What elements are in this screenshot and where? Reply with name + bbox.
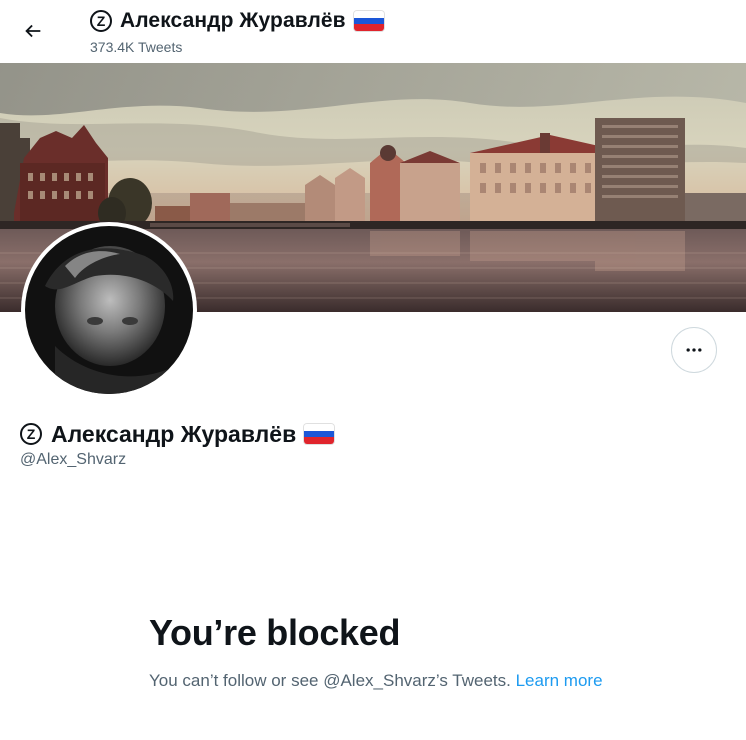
- profile-name-row: Z Александр Журавлёв: [20, 419, 335, 449]
- profile-header-bar: Z Александр Журавлёв 373.4K Tweets: [0, 0, 746, 63]
- more-options-button[interactable]: [671, 327, 717, 373]
- russian-flag-icon: [304, 424, 335, 444]
- z-badge-icon: Z: [90, 10, 112, 32]
- blocked-title: You’re blocked: [149, 612, 401, 653]
- arrow-left-icon: [25, 24, 41, 38]
- tweet-count: 373.4K Tweets: [90, 39, 183, 55]
- more-horizontal-icon: [686, 348, 702, 352]
- z-badge-icon: Z: [20, 423, 42, 445]
- learn-more-link[interactable]: Learn more: [516, 671, 603, 690]
- header-display-name: Александр Журавлёв: [120, 9, 346, 32]
- blocked-description-text: You can’t follow or see @Alex_Shvarz’s T…: [149, 671, 511, 690]
- profile-display-name: Александр Журавлёв: [51, 420, 297, 447]
- profile-handle: @Alex_Shvarz: [20, 451, 127, 468]
- avatar[interactable]: [21, 222, 197, 398]
- russian-flag-icon: [353, 11, 384, 31]
- header-title-row: Z Александр Журавлёв: [90, 6, 384, 36]
- back-button[interactable]: [14, 12, 52, 50]
- blocked-description: You can’t follow or see @Alex_Shvarz’s T…: [149, 668, 619, 693]
